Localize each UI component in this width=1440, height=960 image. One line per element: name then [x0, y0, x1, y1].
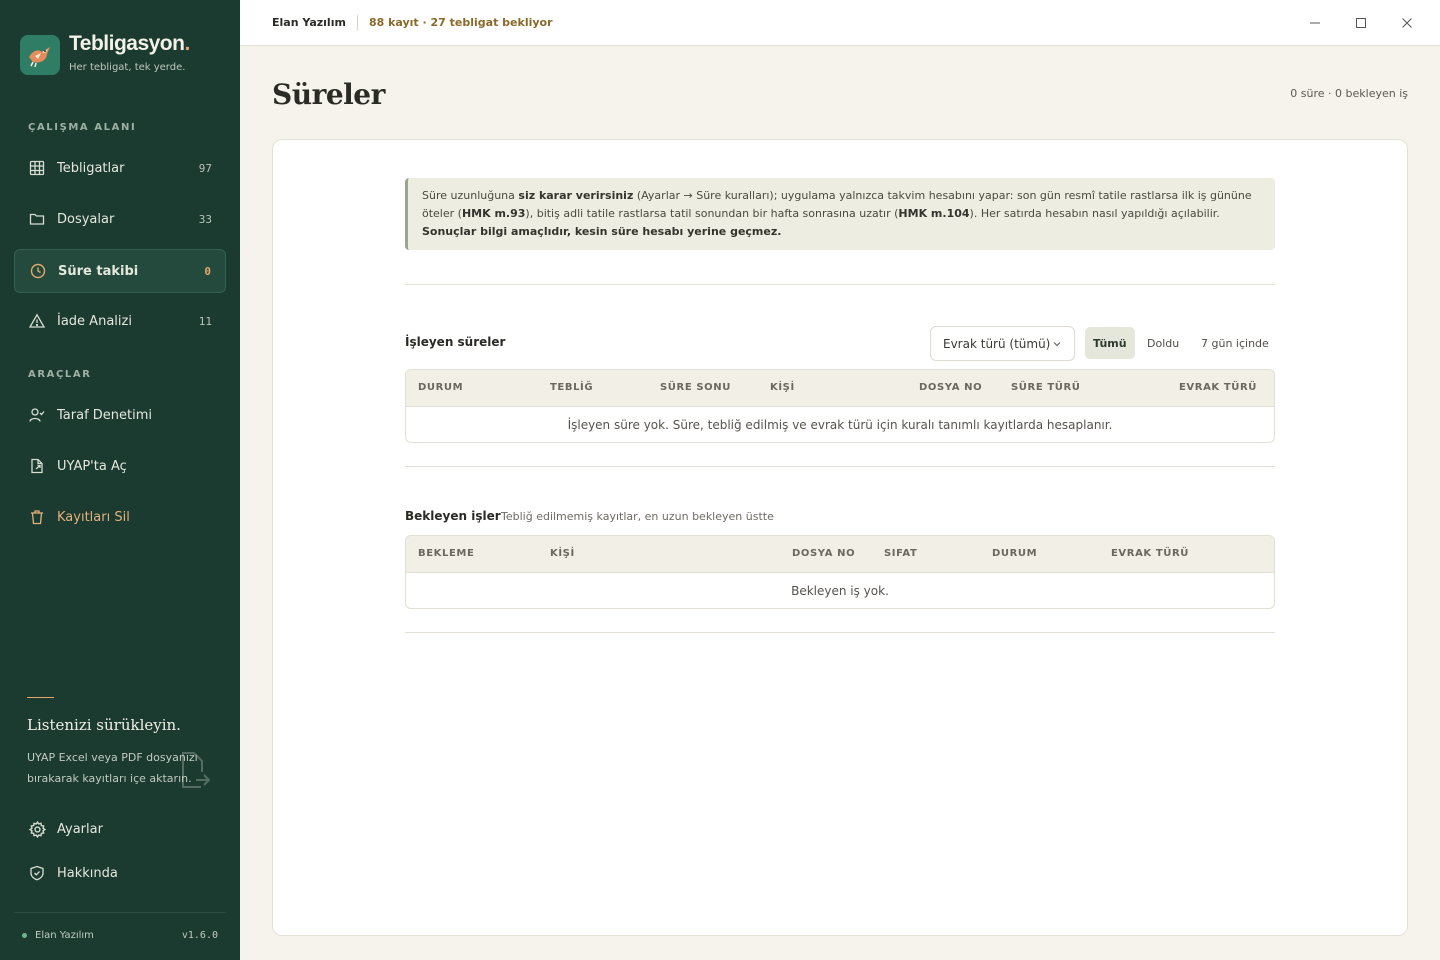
sidebar-item-count: 33: [198, 212, 212, 226]
document-type-select[interactable]: Evrak türü (tümü): [930, 326, 1075, 361]
sidebar-item-uyapta-ac[interactable]: UYAP'ta Aç: [14, 444, 226, 488]
column-header[interactable]: EVRAK TÜRÜ: [1111, 548, 1189, 559]
sidebar-item-count: 0: [204, 264, 211, 278]
table-header: BEKLEME KİŞİ DOSYA NO SIFAT DURUM EVRAK …: [406, 536, 1274, 573]
main-card: Süre uzunluğuna siz karar verirsiniz (Ay…: [272, 139, 1408, 936]
column-header[interactable]: DURUM: [418, 382, 463, 393]
sidebar-item-label: Taraf Denetimi: [57, 407, 153, 423]
table-header: DURUM TEBLİĞ SÜRE SONU KİŞİ DOSYA NO SÜR…: [406, 370, 1274, 407]
sidebar-divider: [14, 912, 226, 913]
app-version: v1.6.0: [181, 930, 218, 941]
column-header[interactable]: EVRAK TÜRÜ: [1179, 382, 1257, 393]
chevron-down-icon: [1053, 341, 1061, 346]
column-header[interactable]: KİŞİ: [770, 382, 795, 393]
gear-icon: [28, 820, 46, 838]
page-summary: 0 süre · 0 bekleyen iş: [1290, 87, 1408, 100]
filter-7-days-button[interactable]: 7 gün içinde: [1193, 327, 1277, 359]
close-icon: [1402, 18, 1412, 28]
file-import-icon: [178, 750, 212, 794]
column-header[interactable]: DOSYA NO: [792, 548, 855, 559]
external-file-icon: [28, 457, 46, 475]
trash-icon: [28, 508, 46, 526]
brand[interactable]: Tebligasyon. Her tebligat, tek yerde.: [20, 32, 190, 75]
workspace-section-label: ÇALIŞMA ALANI: [28, 122, 137, 133]
running-deadlines-table: DURUM TEBLİĞ SÜRE SONU KİŞİ DOSYA NO SÜR…: [405, 369, 1275, 443]
bird-logo-icon: [20, 35, 60, 75]
sidebar-item-sure-takibi[interactable]: Süre takibi 0: [14, 249, 226, 293]
sidebar-item-label: UYAP'ta Aç: [57, 458, 127, 474]
topbar-separator: [356, 14, 358, 31]
column-header[interactable]: SÜRE TÜRÜ: [1011, 382, 1081, 393]
running-deadlines-title: İşleyen süreler: [405, 335, 506, 349]
drop-zone-rule: [27, 697, 54, 698]
maximize-button[interactable]: [1338, 0, 1384, 46]
column-header[interactable]: KİŞİ: [550, 548, 575, 559]
sidebar-item-count: 97: [198, 161, 212, 175]
column-header[interactable]: DURUM: [992, 548, 1037, 559]
filter-all-button[interactable]: Tümü: [1085, 327, 1135, 359]
topbar-stats: 88 kayıt · 27 tebligat bekliyor: [368, 16, 553, 29]
topbar-company: Elan Yazılım: [272, 16, 346, 29]
sidebar-item-label: Süre takibi: [58, 263, 139, 279]
sidebar-item-label: Hakkında: [57, 865, 118, 881]
column-header[interactable]: SIFAT: [884, 548, 917, 559]
column-header[interactable]: TEBLİĞ: [550, 382, 593, 393]
window-controls: [1292, 0, 1430, 46]
grid-icon: [28, 159, 46, 177]
section-divider: [405, 466, 1275, 467]
empty-state: Bekleyen iş yok.: [791, 583, 889, 598]
section-divider: [405, 632, 1275, 633]
warning-icon: [28, 312, 46, 330]
empty-state: İşleyen süre yok. Süre, tebliğ edilmiş v…: [567, 417, 1113, 432]
shield-check-icon: [28, 864, 46, 882]
sidebar-item-label: İade Analizi: [57, 313, 132, 329]
sidebar-item-kayitlari-sil[interactable]: Kayıtları Sil: [14, 495, 226, 539]
sidebar-item-count: 11: [198, 314, 212, 328]
clock-icon: [29, 262, 47, 280]
sidebar-item-label: Dosyalar: [57, 211, 115, 227]
sidebar-item-label: Kayıtları Sil: [57, 509, 130, 525]
maximize-icon: [1356, 18, 1366, 28]
column-header[interactable]: SÜRE SONU: [660, 382, 731, 393]
filter-expired-button[interactable]: Doldu: [1139, 327, 1187, 359]
pending-jobs-title: Bekleyen işler: [405, 509, 501, 523]
brand-tagline: Her tebligat, tek yerde.: [69, 62, 186, 73]
document-type-select-value: Evrak türü (tümü): [943, 336, 1051, 351]
status-dot-icon: [22, 933, 27, 938]
column-header[interactable]: BEKLEME: [418, 548, 474, 559]
pending-jobs-table: BEKLEME KİŞİ DOSYA NO SIFAT DURUM EVRAK …: [405, 535, 1275, 609]
sidebar-item-taraf-denetimi[interactable]: Taraf Denetimi: [14, 393, 226, 437]
footer-company-label: Elan Yazılım: [35, 930, 94, 941]
minimize-button[interactable]: [1292, 0, 1338, 46]
pending-jobs-subtitle: Tebliğ edilmemiş kayıtlar, en uzun bekle…: [501, 510, 774, 523]
tools-section-label: ARAÇLAR: [28, 369, 92, 380]
folder-icon: [28, 210, 46, 228]
info-notice: Süre uzunluğuna siz karar verirsiniz (Ay…: [405, 178, 1275, 250]
page-title: Süreler: [272, 78, 385, 111]
column-header[interactable]: DOSYA NO: [919, 382, 982, 393]
sidebar-item-iade-analizi[interactable]: İade Analizi 11: [14, 299, 226, 343]
topbar: Elan Yazılım 88 kayıt · 27 tebligat bekl…: [240, 0, 1440, 46]
brand-dot: .: [184, 32, 190, 55]
sidebar: Tebligasyon. Her tebligat, tek yerde. ÇA…: [0, 0, 240, 960]
brand-name: Tebligasyon.: [69, 32, 190, 55]
user-check-icon: [28, 406, 46, 424]
section-divider: [405, 284, 1275, 285]
drop-zone-title: Listenizi sürükleyin.: [27, 716, 181, 734]
sidebar-item-hakkinda[interactable]: Hakkında: [14, 851, 226, 895]
sidebar-item-tebligatlar[interactable]: Tebligatlar 97: [14, 146, 226, 190]
sidebar-item-dosyalar[interactable]: Dosyalar 33: [14, 197, 226, 241]
sidebar-item-ayarlar[interactable]: Ayarlar: [14, 807, 226, 851]
sidebar-footer-company: Elan Yazılım: [22, 930, 94, 941]
close-button[interactable]: [1384, 0, 1430, 46]
minimize-icon: [1310, 22, 1320, 24]
sidebar-item-label: Ayarlar: [57, 821, 103, 837]
sidebar-item-label: Tebligatlar: [57, 160, 125, 176]
